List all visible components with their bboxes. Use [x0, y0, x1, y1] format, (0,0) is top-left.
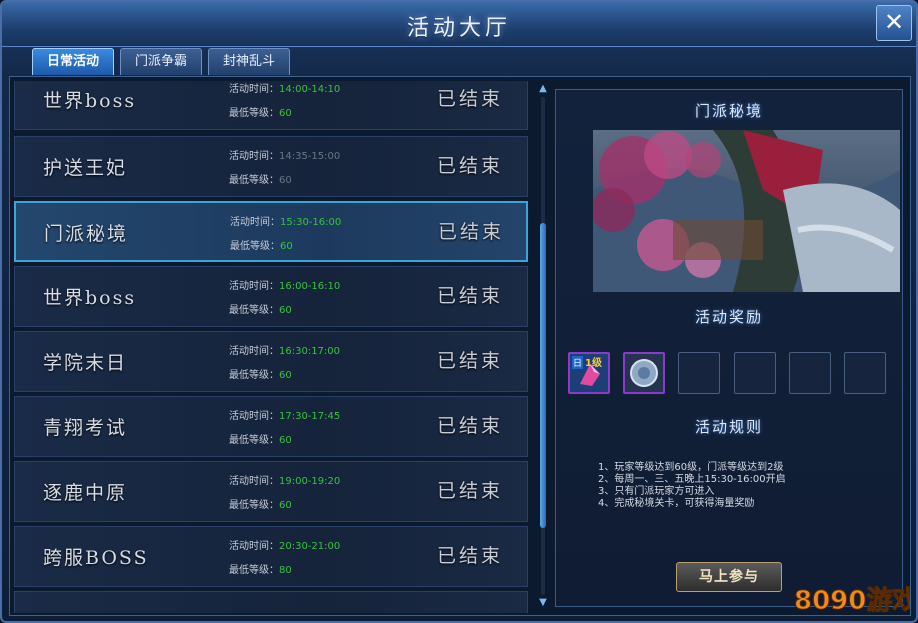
status-label: 已结束: [437, 88, 504, 110]
level-value: 80: [279, 565, 292, 576]
reward-slot-empty[interactable]: [789, 352, 831, 394]
status-label: 已结束: [437, 155, 504, 177]
activity-row-selected[interactable]: 门派秘境 活动时间：15:30-16:00 最低等级：60 已结束: [14, 201, 528, 262]
activity-name: 护送王妃: [43, 157, 128, 179]
time-value: 16:00-16:10: [279, 281, 341, 292]
time-label: 活动时间：: [229, 541, 279, 552]
activity-name: 门派秘境: [44, 223, 129, 245]
activity-row[interactable]: 青翔考试 活动时间：17:30-17:45 最低等级：60 已结束: [14, 396, 528, 457]
content-area: 世界boss 活动时间：14:00-14:10 最低等级：60 已结束 护送王妃…: [9, 76, 911, 616]
time-label: 活动时间：: [229, 346, 279, 357]
activity-row[interactable]: 逐鹿中原 活动时间：19:00-19:20 最低等级：60 已结束: [14, 461, 528, 522]
activity-name: 世界boss: [43, 90, 137, 112]
close-button[interactable]: ✕: [876, 5, 912, 41]
compass-orb-icon: [625, 354, 663, 392]
window-title: 活动大厅: [406, 16, 511, 41]
level-label: 最低等级：: [229, 500, 279, 511]
reward-slot[interactable]: 日 1级: [568, 352, 610, 394]
activity-row[interactable]: 跨服BOSS 活动时间：20:30-21:00 最低等级：80 已结束: [14, 526, 528, 587]
rule-item: 1、玩家等级达到60级，门派等级达到2级: [598, 462, 784, 473]
level-value: 60: [280, 241, 293, 252]
activity-list-scrollbar[interactable]: ▲ ▼: [538, 83, 548, 609]
scroll-up-icon[interactable]: ▲: [538, 83, 548, 95]
status-label: 已结束: [437, 480, 504, 502]
activity-hall-window: 活动大厅 ✕ 日常活动 门派争霸 封神乱斗 世界boss 活动时间：14:00-…: [0, 0, 918, 623]
time-label: 活动时间：: [229, 151, 279, 162]
level-label: 最低等级：: [229, 305, 279, 316]
time-label: 活动时间：: [230, 217, 280, 228]
level-value: 60: [279, 435, 292, 446]
tab-fengshen[interactable]: 封神乱斗: [208, 48, 290, 75]
activity-banner-image: [593, 130, 900, 292]
time-label: 活动时间：: [229, 411, 279, 422]
scroll-down-icon[interactable]: ▼: [538, 597, 548, 609]
reward-level-badge: 1级: [585, 358, 602, 369]
level-label: 最低等级：: [229, 108, 279, 119]
rule-item: 2、每周一、三、五晚上15:30-16:00开启: [598, 474, 786, 485]
time-value: 19:00-19:20: [279, 476, 341, 487]
status-label: 已结束: [438, 221, 505, 243]
watermark-text: 8090游戏: [794, 586, 910, 616]
level-value: 60: [279, 305, 292, 316]
activity-name: 跨服BOSS: [43, 547, 149, 569]
rules-list: 1、玩家等级达到60级，门派等级达到2级 2、每周一、三、五晚上15:30-16…: [598, 462, 898, 510]
join-now-button[interactable]: 马上参与: [676, 562, 782, 592]
reward-slot[interactable]: [623, 352, 665, 394]
level-value: 60: [279, 175, 292, 186]
activity-row[interactable]: 世界boss 活动时间：14:00-14:10 最低等级：60 已结束: [14, 81, 528, 130]
activity-row[interactable]: 世界boss 活动时间：16:00-16:10 最低等级：60 已结束: [14, 266, 528, 327]
detail-title: 门派秘境: [694, 102, 763, 120]
status-label: 已结束: [437, 415, 504, 437]
level-value: 60: [279, 108, 292, 119]
level-value: 60: [279, 370, 292, 381]
activity-detail-panel: 门派秘境 活动奖励 日 1级 活动规则 1、玩家等级达到60级，门派等级达到2级…: [555, 89, 903, 607]
level-label: 最低等级：: [229, 370, 279, 381]
level-value: 60: [279, 500, 292, 511]
activity-row-partial[interactable]: [14, 591, 528, 613]
activity-list: 世界boss 活动时间：14:00-14:10 最低等级：60 已结束 护送王妃…: [14, 81, 530, 613]
level-label: 最低等级：: [229, 175, 279, 186]
reward-slot-empty[interactable]: [734, 352, 776, 394]
site-watermark-logo: 8090游戏: [794, 586, 911, 617]
time-label: 活动时间：: [229, 281, 279, 292]
rule-item: 4、完成秘境关卡，可获得海量奖励: [598, 498, 755, 509]
rule-item: 3、只有门派玩家方可进入: [598, 486, 715, 497]
status-label: 已结束: [437, 545, 504, 567]
reward-tag: 日: [572, 356, 584, 369]
tab-sect-battle[interactable]: 门派争霸: [120, 48, 202, 75]
activity-name: 青翔考试: [43, 417, 128, 439]
reward-title: 活动奖励: [694, 308, 763, 326]
activity-name: 逐鹿中原: [43, 482, 128, 504]
scroll-thumb[interactable]: [540, 223, 546, 528]
time-value: 15:30-16:00: [280, 217, 342, 228]
time-value: 14:35-15:00: [279, 151, 341, 162]
activity-name: 世界boss: [43, 287, 137, 309]
level-label: 最低等级：: [229, 565, 279, 576]
time-value: 20:30-21:00: [279, 541, 341, 552]
status-label: 已结束: [437, 285, 504, 307]
reward-slot-empty[interactable]: [844, 352, 886, 394]
activity-name: 学院末日: [43, 352, 128, 374]
tab-daily[interactable]: 日常活动: [32, 48, 114, 75]
time-label: 活动时间：: [229, 476, 279, 487]
level-label: 最低等级：: [229, 435, 279, 446]
activity-row[interactable]: 学院末日 活动时间：16:30:17:00 最低等级：60 已结束: [14, 331, 528, 392]
time-label: 活动时间：: [229, 84, 279, 95]
activity-row[interactable]: 护送王妃 活动时间：14:35-15:00 最低等级：60 已结束: [14, 136, 528, 197]
time-value: 16:30:17:00: [279, 346, 341, 357]
reward-slot-empty[interactable]: [678, 352, 720, 394]
rules-title: 活动规则: [694, 418, 763, 436]
title-bar: 活动大厅 ✕: [2, 2, 916, 47]
status-label: 已结束: [437, 350, 504, 372]
level-label: 最低等级：: [230, 241, 280, 252]
time-value: 17:30-17:45: [279, 411, 341, 422]
time-value: 14:00-14:10: [279, 84, 341, 95]
